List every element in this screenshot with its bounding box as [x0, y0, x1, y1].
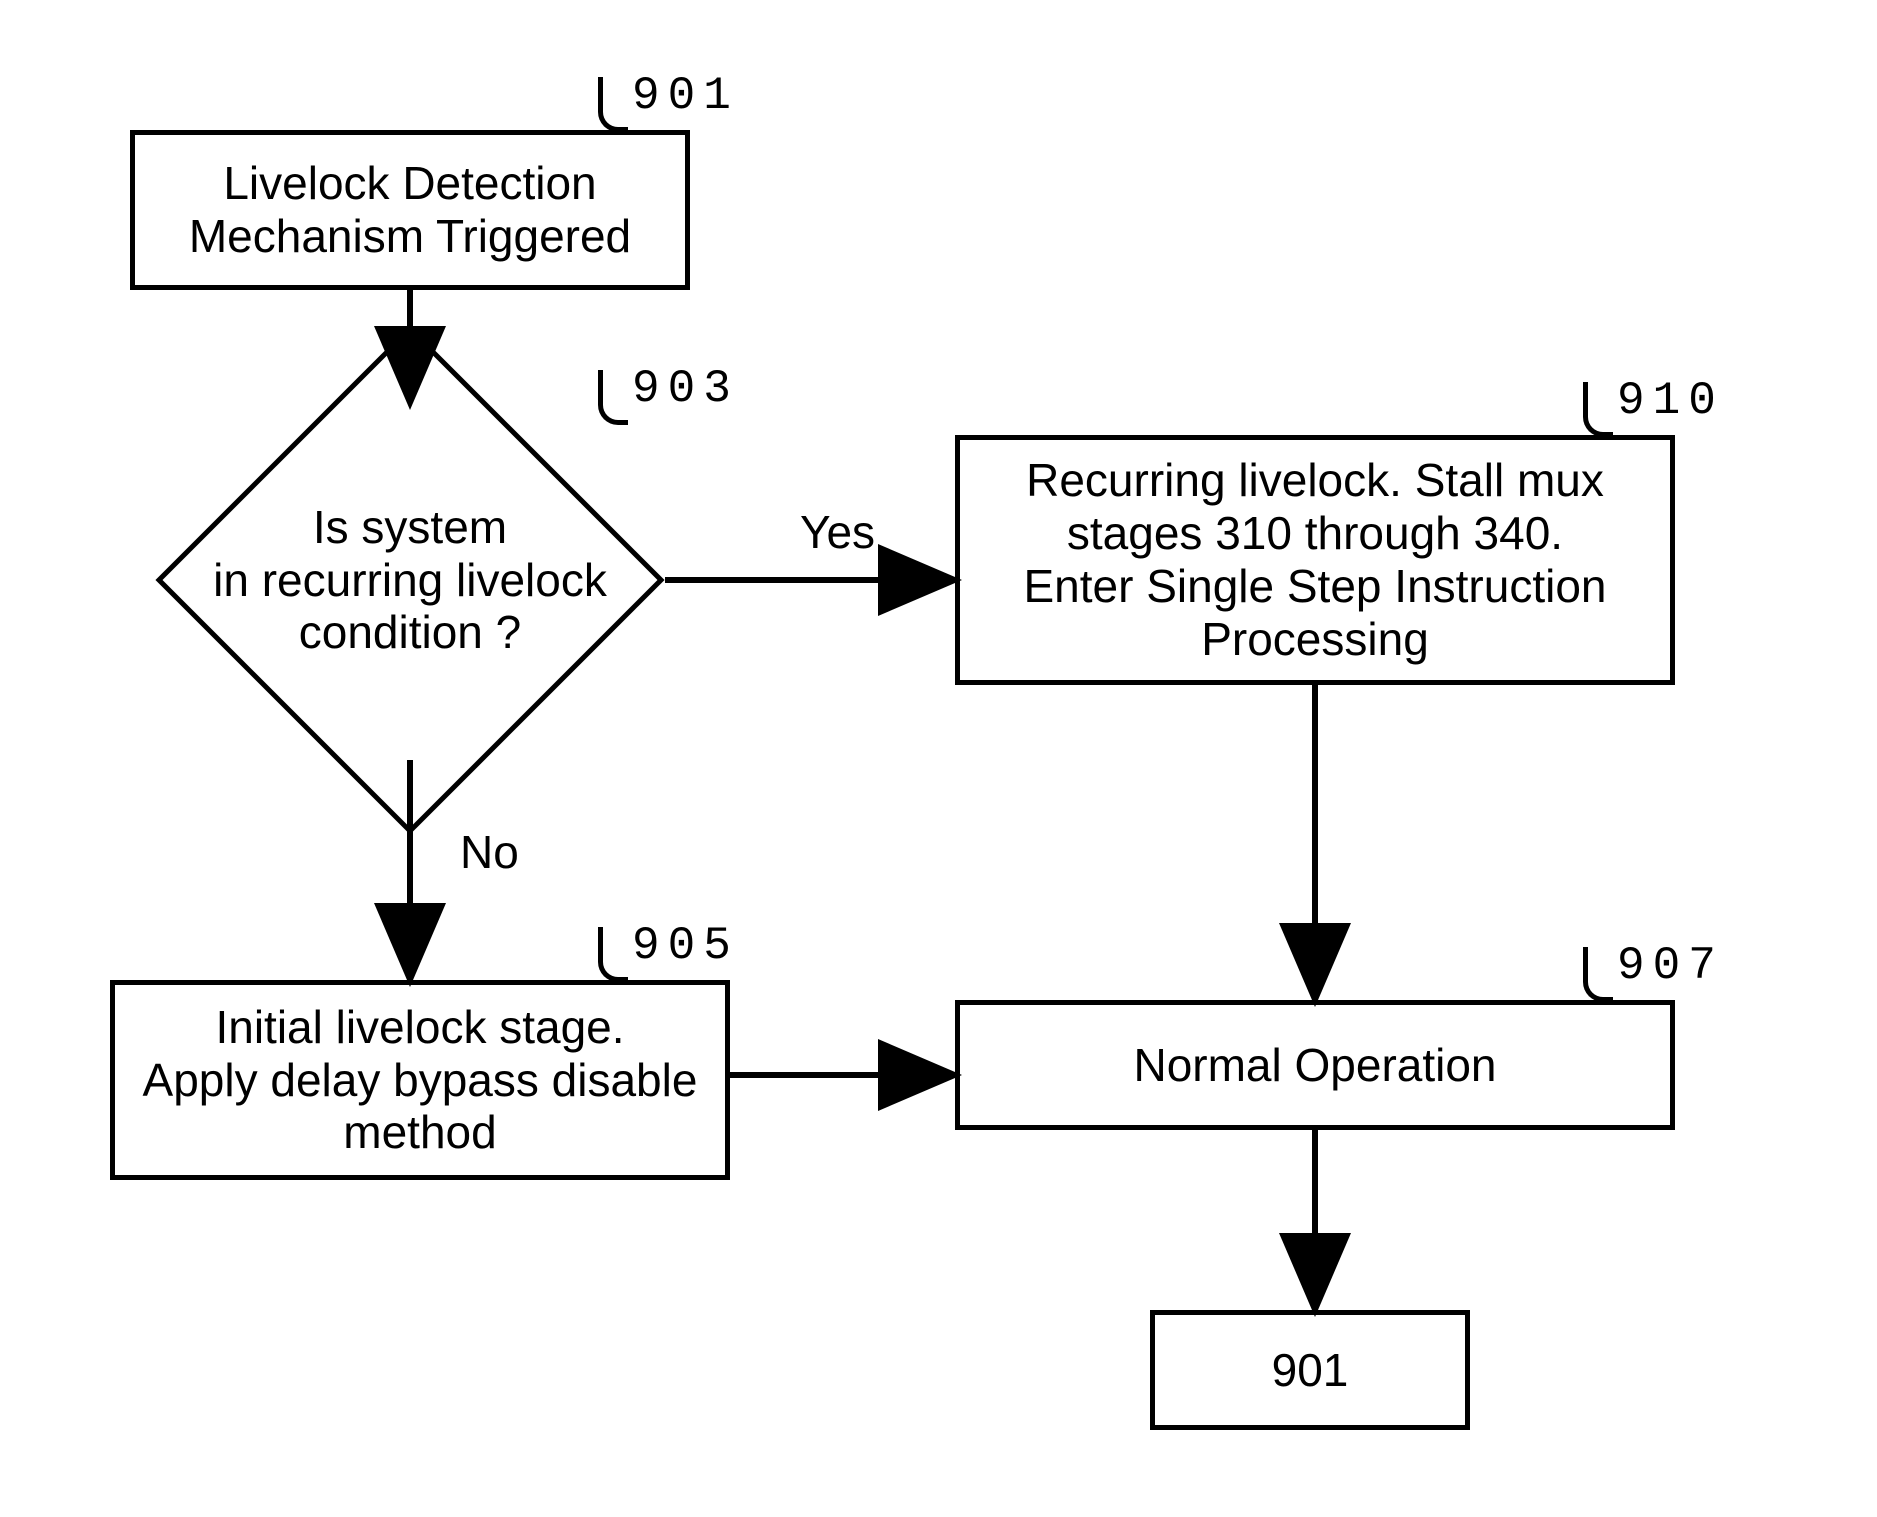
process-901-text: Livelock Detection Mechanism Triggered: [189, 157, 631, 263]
label-hook-907: [1583, 947, 1613, 1002]
label-hook-903: [598, 370, 628, 425]
terminal-end: 901: [1150, 1310, 1470, 1430]
label-903: 903: [632, 363, 739, 415]
label-hook-910: [1583, 382, 1613, 437]
label-hook-901: [598, 77, 628, 132]
process-907: Normal Operation: [955, 1000, 1675, 1130]
terminal-end-text: 901: [1272, 1344, 1349, 1397]
process-907-text: Normal Operation: [1133, 1039, 1496, 1092]
process-905: Initial livelock stage. Apply delay bypa…: [110, 980, 730, 1180]
decision-903-text-wrap: Is system in recurring livelock conditio…: [130, 400, 690, 760]
label-901: 901: [632, 70, 739, 122]
decision-903-text: Is system in recurring livelock conditio…: [213, 501, 607, 660]
label-910: 910: [1617, 375, 1724, 427]
process-910: Recurring livelock. Stall mux stages 310…: [955, 435, 1675, 685]
process-905-text: Initial livelock stage. Apply delay bypa…: [143, 1001, 698, 1160]
process-910-text: Recurring livelock. Stall mux stages 310…: [1024, 454, 1607, 666]
label-hook-905: [598, 927, 628, 982]
flowchart-canvas: Livelock Detection Mechanism Triggered 9…: [0, 0, 1877, 1517]
label-905: 905: [632, 920, 739, 972]
edge-label-no: No: [460, 825, 519, 879]
label-907: 907: [1617, 940, 1724, 992]
process-901: Livelock Detection Mechanism Triggered: [130, 130, 690, 290]
edge-label-yes: Yes: [800, 505, 875, 559]
